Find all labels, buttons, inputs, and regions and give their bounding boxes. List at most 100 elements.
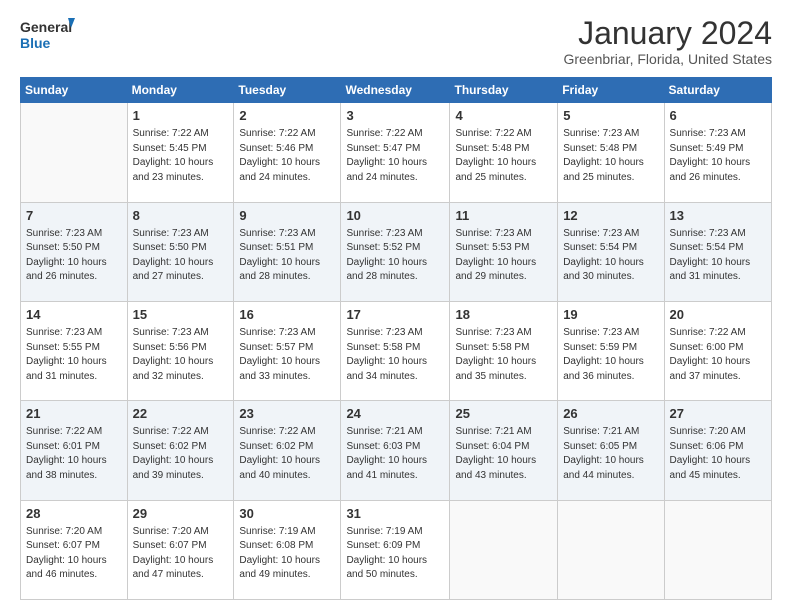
svg-text:General: General <box>20 19 72 35</box>
calendar-cell: 9 Sunrise: 7:23 AM Sunset: 5:51 PM Daylig… <box>234 202 341 301</box>
calendar-week-row: 7 Sunrise: 7:23 AM Sunset: 5:50 PM Daylig… <box>21 202 772 301</box>
calendar-day-header: Friday <box>558 78 664 103</box>
day-number: 3 <box>346 107 444 125</box>
day-info: Sunrise: 7:23 AM Sunset: 5:54 PM Dayligh… <box>670 227 766 285</box>
calendar-day-header: Tuesday <box>234 78 341 103</box>
day-info: Sunrise: 7:23 AM Sunset: 5:50 PM Dayligh… <box>26 227 122 285</box>
day-info: Sunrise: 7:22 AM Sunset: 6:01 PM Dayligh… <box>26 425 122 483</box>
calendar-cell: 25Sunrise: 7:21 AM Sunset: 6:04 PM Dayli… <box>450 401 558 500</box>
day-info: Sunrise: 7:23 AM Sunset: 5:55 PM Dayligh… <box>26 326 122 384</box>
calendar-day-header: Sunday <box>21 78 128 103</box>
calendar-cell: 15Sunrise: 7:23 AM Sunset: 5:56 PM Dayli… <box>127 301 234 400</box>
calendar-cell: 4 Sunrise: 7:22 AM Sunset: 5:48 PM Daylig… <box>450 103 558 202</box>
calendar-cell: 27Sunrise: 7:20 AM Sunset: 6:06 PM Dayli… <box>664 401 771 500</box>
day-number: 26 <box>563 405 658 423</box>
day-info: Sunrise: 7:22 AM Sunset: 5:48 PM Dayligh… <box>455 127 552 185</box>
page: General Blue January 2024 Greenbriar, Fl… <box>0 0 792 612</box>
day-number: 18 <box>455 306 552 324</box>
day-info: Sunrise: 7:19 AM Sunset: 6:09 PM Dayligh… <box>346 525 444 583</box>
day-info: Sunrise: 7:23 AM Sunset: 5:51 PM Dayligh… <box>239 227 335 285</box>
day-number: 27 <box>670 405 766 423</box>
calendar-cell <box>450 500 558 599</box>
day-number: 17 <box>346 306 444 324</box>
day-info: Sunrise: 7:22 AM Sunset: 5:45 PM Dayligh… <box>133 127 229 185</box>
calendar-cell <box>21 103 128 202</box>
day-number: 7 <box>26 207 122 225</box>
calendar-cell: 20 Sunrise: 7:22 AM Sunset: 6:00 PM Dayli… <box>664 301 771 400</box>
calendar-cell <box>558 500 664 599</box>
calendar-cell: 12 Sunrise: 7:23 AM Sunset: 5:54 PM Dayli… <box>558 202 664 301</box>
day-number: 8 <box>133 207 229 225</box>
day-number: 14 <box>26 306 122 324</box>
day-number: 11 <box>455 207 552 225</box>
calendar-week-row: 21 Sunrise: 7:22 AM Sunset: 6:01 PM Dayli… <box>21 401 772 500</box>
day-number: 23 <box>239 405 335 423</box>
day-number: 22 <box>133 405 229 423</box>
calendar-cell: 31 Sunrise: 7:19 AM Sunset: 6:09 PM Dayli… <box>341 500 450 599</box>
calendar-table: SundayMondayTuesdayWednesdayThursdayFrid… <box>20 77 772 600</box>
day-number: 9 <box>239 207 335 225</box>
day-number: 21 <box>26 405 122 423</box>
subtitle: Greenbriar, Florida, United States <box>563 51 772 67</box>
day-info: Sunrise: 7:23 AM Sunset: 5:52 PM Dayligh… <box>346 227 444 285</box>
day-info: Sunrise: 7:23 AM Sunset: 5:53 PM Dayligh… <box>455 227 552 285</box>
calendar-cell: 7 Sunrise: 7:23 AM Sunset: 5:50 PM Daylig… <box>21 202 128 301</box>
day-number: 19 <box>563 306 658 324</box>
calendar-cell: 28 Sunrise: 7:20 AM Sunset: 6:07 PM Dayli… <box>21 500 128 599</box>
day-info: Sunrise: 7:21 AM Sunset: 6:04 PM Dayligh… <box>455 425 552 483</box>
day-number: 12 <box>563 207 658 225</box>
day-number: 24 <box>346 405 444 423</box>
calendar-day-header: Saturday <box>664 78 771 103</box>
day-number: 16 <box>239 306 335 324</box>
day-info: Sunrise: 7:19 AM Sunset: 6:08 PM Dayligh… <box>239 525 335 583</box>
calendar-cell <box>664 500 771 599</box>
calendar-cell: 17 Sunrise: 7:23 AM Sunset: 5:58 PM Dayli… <box>341 301 450 400</box>
day-number: 13 <box>670 207 766 225</box>
calendar-cell: 21 Sunrise: 7:22 AM Sunset: 6:01 PM Dayli… <box>21 401 128 500</box>
calendar-day-header: Thursday <box>450 78 558 103</box>
day-info: Sunrise: 7:21 AM Sunset: 6:03 PM Dayligh… <box>346 425 444 483</box>
title-block: January 2024 Greenbriar, Florida, United… <box>563 16 772 67</box>
calendar-cell: 22 Sunrise: 7:22 AM Sunset: 6:02 PM Dayli… <box>127 401 234 500</box>
day-number: 4 <box>455 107 552 125</box>
calendar-cell: 13 Sunrise: 7:23 AM Sunset: 5:54 PM Dayli… <box>664 202 771 301</box>
day-info: Sunrise: 7:21 AM Sunset: 6:05 PM Dayligh… <box>563 425 658 483</box>
calendar-cell: 14 Sunrise: 7:23 AM Sunset: 5:55 PM Dayli… <box>21 301 128 400</box>
calendar-cell: 29Sunrise: 7:20 AM Sunset: 6:07 PM Dayli… <box>127 500 234 599</box>
calendar-cell: 6Sunrise: 7:23 AM Sunset: 5:49 PM Daylig… <box>664 103 771 202</box>
calendar-cell: 23 Sunrise: 7:22 AM Sunset: 6:02 PM Dayli… <box>234 401 341 500</box>
calendar-day-header: Wednesday <box>341 78 450 103</box>
day-info: Sunrise: 7:22 AM Sunset: 6:00 PM Dayligh… <box>670 326 766 384</box>
day-number: 20 <box>670 306 766 324</box>
calendar-week-row: 1 Sunrise: 7:22 AM Sunset: 5:45 PM Daylig… <box>21 103 772 202</box>
day-number: 2 <box>239 107 335 125</box>
day-info: Sunrise: 7:23 AM Sunset: 5:48 PM Dayligh… <box>563 127 658 185</box>
calendar-cell: 10Sunrise: 7:23 AM Sunset: 5:52 PM Dayli… <box>341 202 450 301</box>
main-title: January 2024 <box>563 16 772 51</box>
day-number: 31 <box>346 505 444 523</box>
calendar-cell: 3 Sunrise: 7:22 AM Sunset: 5:47 PM Daylig… <box>341 103 450 202</box>
calendar-cell: 2Sunrise: 7:22 AM Sunset: 5:46 PM Daylig… <box>234 103 341 202</box>
calendar-cell: 8Sunrise: 7:23 AM Sunset: 5:50 PM Daylig… <box>127 202 234 301</box>
day-info: Sunrise: 7:20 AM Sunset: 6:07 PM Dayligh… <box>133 525 229 583</box>
day-info: Sunrise: 7:20 AM Sunset: 6:07 PM Dayligh… <box>26 525 122 583</box>
day-number: 28 <box>26 505 122 523</box>
calendar-cell: 1 Sunrise: 7:22 AM Sunset: 5:45 PM Daylig… <box>127 103 234 202</box>
day-number: 1 <box>133 107 229 125</box>
day-number: 15 <box>133 306 229 324</box>
day-info: Sunrise: 7:23 AM Sunset: 5:58 PM Dayligh… <box>346 326 444 384</box>
day-info: Sunrise: 7:23 AM Sunset: 5:49 PM Dayligh… <box>670 127 766 185</box>
day-info: Sunrise: 7:23 AM Sunset: 5:54 PM Dayligh… <box>563 227 658 285</box>
day-info: Sunrise: 7:22 AM Sunset: 5:47 PM Dayligh… <box>346 127 444 185</box>
calendar-day-header: Monday <box>127 78 234 103</box>
svg-text:Blue: Blue <box>20 35 51 51</box>
day-info: Sunrise: 7:23 AM Sunset: 5:58 PM Dayligh… <box>455 326 552 384</box>
day-info: Sunrise: 7:22 AM Sunset: 6:02 PM Dayligh… <box>133 425 229 483</box>
day-info: Sunrise: 7:22 AM Sunset: 6:02 PM Dayligh… <box>239 425 335 483</box>
day-number: 5 <box>563 107 658 125</box>
calendar-cell: 16 Sunrise: 7:23 AM Sunset: 5:57 PM Dayli… <box>234 301 341 400</box>
calendar-cell: 30Sunrise: 7:19 AM Sunset: 6:08 PM Dayli… <box>234 500 341 599</box>
calendar-header-row: SundayMondayTuesdayWednesdayThursdayFrid… <box>21 78 772 103</box>
day-info: Sunrise: 7:23 AM Sunset: 5:59 PM Dayligh… <box>563 326 658 384</box>
day-info: Sunrise: 7:23 AM Sunset: 5:57 PM Dayligh… <box>239 326 335 384</box>
